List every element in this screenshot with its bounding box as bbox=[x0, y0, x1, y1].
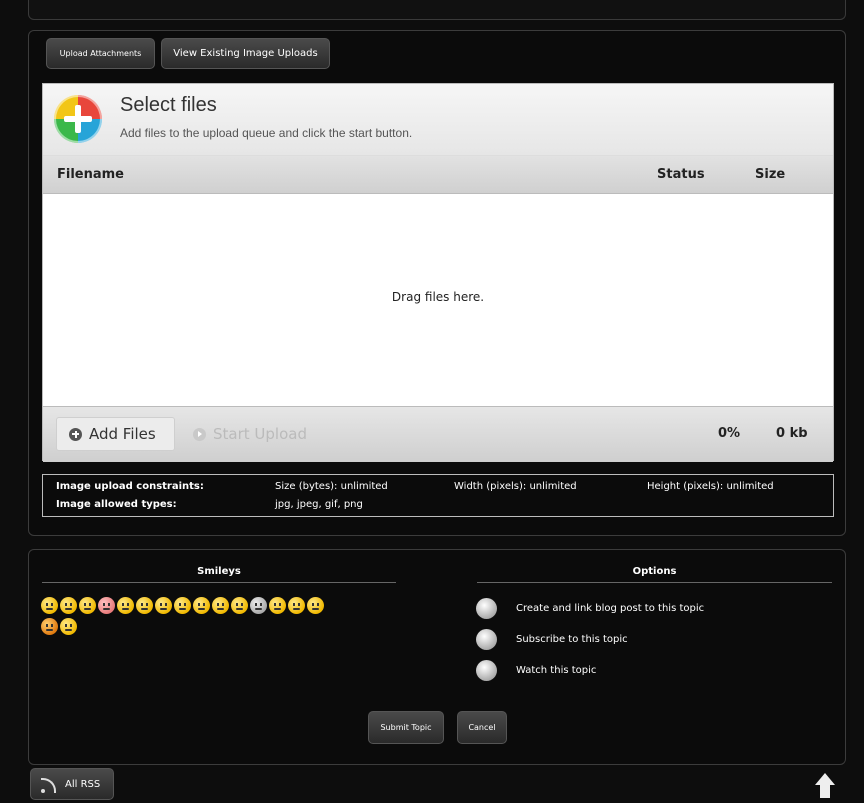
option-label: Create and link blog post to this topic bbox=[516, 602, 705, 614]
post-options-panel: Smileys Options Create and link blog pos… bbox=[28, 549, 846, 765]
laugh-smiley-icon[interactable] bbox=[174, 597, 191, 614]
smileys-heading: Smileys bbox=[197, 566, 241, 577]
surprised-smiley-icon[interactable] bbox=[193, 597, 210, 614]
whistle-smiley-icon[interactable] bbox=[60, 618, 77, 635]
smiley-icon[interactable] bbox=[41, 597, 58, 614]
option-watch[interactable]: Watch this topic bbox=[476, 658, 596, 682]
smileys-divider bbox=[42, 582, 396, 583]
all-rss-button[interactable]: All RSS bbox=[30, 768, 114, 800]
worried-smiley-icon[interactable] bbox=[117, 597, 134, 614]
option-toggle-icon[interactable] bbox=[476, 597, 497, 619]
tongue-smiley-icon[interactable] bbox=[136, 597, 153, 614]
rss-icon bbox=[41, 775, 59, 793]
column-status: Status bbox=[657, 167, 705, 182]
column-size: Size bbox=[755, 167, 786, 182]
option-toggle-icon[interactable] bbox=[476, 659, 497, 681]
view-existing-uploads-button[interactable]: View Existing Image Uploads bbox=[161, 38, 330, 69]
allowed-types-value: jpg, jpeg, gif, png bbox=[275, 499, 363, 510]
width-constraint: Width (pixels): unlimited bbox=[454, 481, 577, 492]
smiley-list bbox=[41, 597, 381, 639]
uploader-title: Select files bbox=[120, 94, 217, 116]
upload-progress: 0% bbox=[718, 426, 741, 441]
allowed-types-label: Image allowed types: bbox=[56, 499, 177, 510]
top-panel-edge bbox=[28, 0, 846, 20]
drop-zone[interactable]: Drag files here. bbox=[43, 194, 833, 406]
option-toggle-icon[interactable] bbox=[476, 628, 497, 650]
crying-smiley-icon[interactable] bbox=[250, 597, 267, 614]
upload-constraints: Image upload constraints: Size (bytes): … bbox=[42, 474, 834, 517]
uploader-footer: Add Files Start Upload 0% 0 kb bbox=[43, 406, 833, 462]
file-uploader: Select files Add files to the upload que… bbox=[42, 83, 834, 462]
uploader-header: Select files Add files to the upload que… bbox=[43, 84, 833, 156]
back-to-top-icon[interactable] bbox=[815, 773, 835, 799]
blush-smiley-icon[interactable] bbox=[98, 597, 115, 614]
attachments-panel: Upload Attachments View Existing Image U… bbox=[28, 30, 846, 536]
cool-smiley-icon[interactable] bbox=[60, 597, 77, 614]
size-constraint: Size (bytes): unlimited bbox=[275, 481, 388, 492]
constraints-label: Image upload constraints: bbox=[56, 481, 204, 492]
file-list-header: Filename Status Size bbox=[43, 156, 833, 194]
shocked-smiley-icon[interactable] bbox=[269, 597, 286, 614]
sad-smiley-icon[interactable] bbox=[79, 597, 96, 614]
plus-circle-icon bbox=[69, 427, 82, 441]
wink-smiley-icon[interactable] bbox=[212, 597, 229, 614]
option-create-blog-post[interactable]: Create and link blog post to this topic bbox=[476, 596, 704, 620]
height-constraint: Height (pixels): unlimited bbox=[647, 481, 774, 492]
options-divider bbox=[477, 582, 832, 583]
upload-attachments-button[interactable]: Upload Attachments bbox=[46, 38, 155, 69]
start-upload-label: Start Upload bbox=[213, 425, 307, 443]
smiley-row bbox=[41, 618, 381, 635]
column-filename: Filename bbox=[57, 167, 124, 182]
drop-zone-text: Drag files here. bbox=[391, 290, 485, 304]
option-label: Watch this topic bbox=[516, 664, 597, 676]
upload-total-size: 0 kb bbox=[776, 426, 808, 441]
option-subscribe[interactable]: Subscribe to this topic bbox=[476, 627, 628, 651]
arrow-circle-icon bbox=[193, 427, 206, 441]
grin-smiley-icon[interactable] bbox=[155, 597, 172, 614]
option-label: Subscribe to this topic bbox=[516, 633, 628, 645]
cancel-button[interactable]: Cancel bbox=[457, 711, 507, 744]
add-files-label: Add Files bbox=[89, 425, 156, 443]
smiley-row bbox=[41, 597, 381, 614]
angry-smiley-icon[interactable] bbox=[41, 618, 58, 635]
submit-topic-button[interactable]: Submit Topic bbox=[368, 711, 444, 744]
dizzy-smiley-icon[interactable] bbox=[288, 597, 305, 614]
add-plus-icon[interactable] bbox=[54, 95, 102, 143]
add-files-button[interactable]: Add Files bbox=[56, 417, 175, 451]
uploader-subtitle: Add files to the upload queue and click … bbox=[120, 126, 413, 140]
options-heading: Options bbox=[632, 566, 677, 577]
all-rss-label: All RSS bbox=[65, 778, 101, 790]
angel-smiley-icon[interactable] bbox=[231, 597, 248, 614]
start-upload-button[interactable]: Start Upload bbox=[181, 417, 329, 451]
thinking-smiley-icon[interactable] bbox=[307, 597, 324, 614]
